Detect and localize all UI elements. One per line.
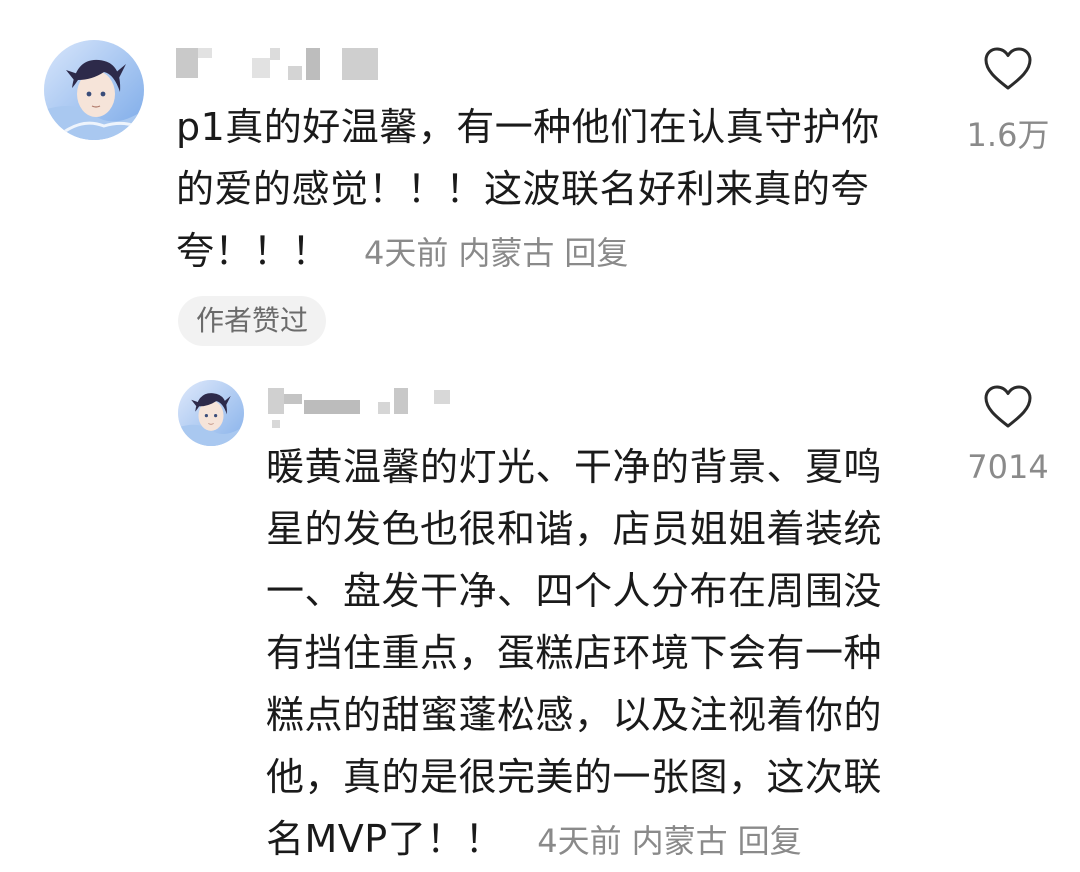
comment-time: 4天前 — [537, 822, 622, 860]
redacted-block — [378, 402, 390, 414]
avatar[interactable] — [44, 40, 144, 140]
reply-button[interactable]: 回复 — [564, 234, 628, 272]
redacted-block — [270, 48, 280, 60]
redacted-block — [434, 390, 450, 404]
comment-time: 4天前 — [364, 234, 449, 272]
redacted-username[interactable] — [268, 380, 468, 428]
anime-avatar-image — [178, 380, 244, 446]
redacted-block — [306, 48, 320, 80]
anime-avatar-image — [44, 40, 144, 140]
reply-button[interactable]: 回复 — [738, 822, 802, 860]
comment-meta: 4天前 内蒙古 回复 — [537, 822, 811, 860]
redacted-block — [394, 388, 408, 414]
comment-body: 暖黄温馨的灯光、干净的背景、夏鸣星的发色也很和谐，店员姐姐着装统一、盘发干净、四… — [266, 445, 883, 861]
redacted-block — [176, 48, 198, 78]
redacted-block — [272, 420, 280, 428]
redacted-block — [304, 400, 360, 414]
comment-text: 暖黄温馨的灯光、干净的背景、夏鸣星的发色也很和谐，店员姐姐着装统一、盘发干净、四… — [266, 436, 906, 872]
redacted-block — [288, 66, 302, 80]
avatar[interactable] — [178, 380, 244, 446]
redacted-block — [268, 388, 284, 414]
comment-location: 内蒙古 — [631, 822, 728, 860]
heart-outline-icon[interactable] — [983, 384, 1033, 430]
comment-location: 内蒙古 — [458, 234, 555, 272]
like-count: 7014 — [967, 448, 1049, 486]
like-count: 1.6万 — [966, 116, 1050, 154]
redacted-block — [198, 48, 212, 58]
comment-meta: 4天前 内蒙古 回复 — [364, 234, 638, 272]
redacted-block — [342, 48, 378, 80]
redacted-block — [252, 58, 270, 78]
redacted-block — [284, 394, 302, 404]
heart-outline-icon[interactable] — [983, 46, 1033, 92]
like-control: 1.6万 — [948, 46, 1068, 156]
reply-comment-item: 暖黄温馨的灯光、干净的背景、夏鸣星的发色也很和谐，店员姐姐着装统一、盘发干净、四… — [0, 360, 1080, 866]
comment-item: p1真的好温馨，有一种他们在认真守护你的爱的感觉！！！这波联名好利来真的夸夸！！… — [0, 0, 1080, 360]
redacted-username[interactable] — [176, 44, 386, 80]
comment-text: p1真的好温馨，有一种他们在认真守护你的爱的感觉！！！这波联名好利来真的夸夸！！… — [176, 96, 906, 284]
author-liked-badge: 作者赞过 — [178, 296, 327, 346]
like-control: 7014 — [948, 384, 1068, 486]
